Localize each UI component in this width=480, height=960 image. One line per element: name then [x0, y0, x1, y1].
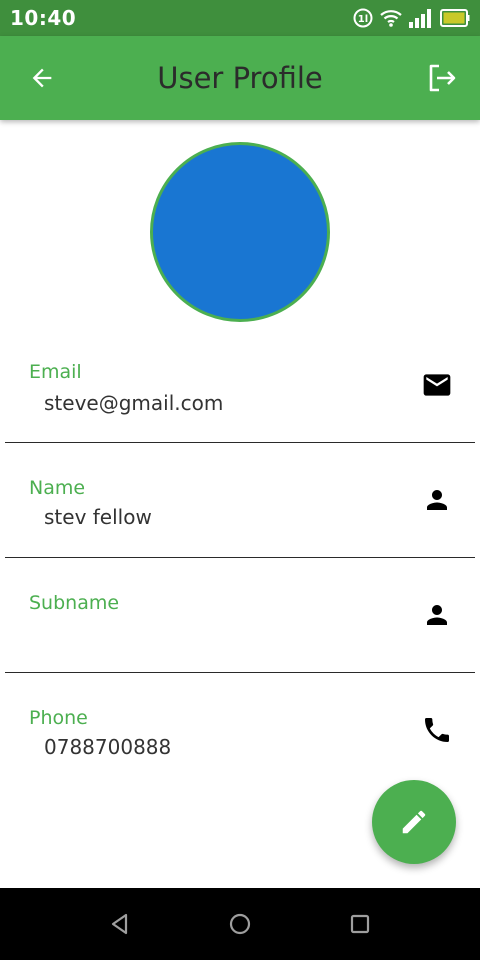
- divider: [5, 672, 475, 673]
- svg-text:1l: 1l: [358, 14, 368, 25]
- battery-icon: [440, 9, 470, 27]
- status-time: 10:40: [10, 6, 77, 30]
- nav-home-icon: [229, 913, 251, 935]
- avatar[interactable]: [150, 142, 330, 322]
- nav-back-icon: [111, 913, 128, 935]
- status-bar: 10:40 1l: [0, 0, 480, 36]
- email-icon: [421, 369, 453, 401]
- phone-icon: [421, 714, 453, 746]
- data-saver-icon: 1l: [352, 7, 374, 29]
- subname-field[interactable]: Subname: [5, 587, 475, 673]
- name-field[interactable]: Name stev fellow: [5, 472, 475, 558]
- app-bar: User Profile: [0, 36, 480, 120]
- phone-field[interactable]: Phone 0788700888: [5, 702, 475, 788]
- nav-recents-icon: [350, 914, 370, 934]
- name-value: stev fellow: [44, 505, 152, 529]
- nav-back-button[interactable]: [102, 906, 138, 942]
- person-icon: [421, 599, 453, 631]
- person-icon: [421, 484, 453, 516]
- email-field[interactable]: Email steve@gmail.com: [5, 356, 475, 442]
- nav-bar: [0, 888, 480, 960]
- logout-icon: [429, 64, 456, 92]
- page-title: User Profile: [157, 61, 323, 95]
- edit-button[interactable]: [372, 780, 456, 864]
- nav-recents-button[interactable]: [342, 906, 378, 942]
- phone-value: 0788700888: [44, 735, 172, 759]
- phone-label: Phone: [29, 707, 88, 729]
- wifi-icon: [380, 8, 402, 28]
- divider: [5, 442, 475, 443]
- logout-button[interactable]: [422, 60, 462, 96]
- nav-home-button[interactable]: [222, 906, 258, 942]
- signal-icon: [408, 8, 434, 28]
- status-icons: 1l: [352, 6, 470, 30]
- name-label: Name: [29, 477, 86, 499]
- email-value: steve@gmail.com: [44, 391, 224, 415]
- subname-label: Subname: [29, 592, 120, 614]
- edit-icon: [402, 810, 426, 834]
- divider: [5, 557, 475, 558]
- email-label: Email: [29, 361, 82, 383]
